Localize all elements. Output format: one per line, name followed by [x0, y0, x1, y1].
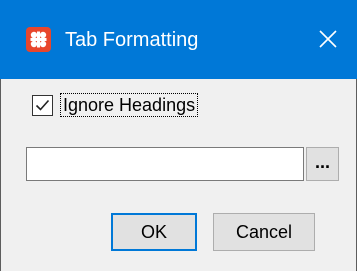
title-bar[interactable]: Tab Formatting: [0, 0, 357, 79]
window-title: Tab Formatting: [65, 29, 199, 51]
checkmark-icon: [35, 99, 50, 111]
browse-button[interactable]: ...: [306, 147, 339, 181]
close-icon: [319, 30, 337, 48]
cancel-button[interactable]: Cancel: [213, 213, 315, 251]
app-logo-icon: [26, 27, 51, 52]
path-input[interactable]: [26, 147, 304, 181]
tab-formatting-dialog: Tab Formatting Ignore Headings ... OK Ca…: [0, 0, 357, 271]
ignore-headings-option[interactable]: Ignore Headings: [32, 93, 199, 117]
ignore-headings-label[interactable]: Ignore Headings: [60, 93, 199, 117]
ok-button[interactable]: OK: [111, 213, 197, 251]
close-button[interactable]: [309, 20, 347, 58]
ignore-headings-checkbox[interactable]: [32, 94, 53, 116]
dialog-body: Ignore Headings ... OK Cancel: [0, 79, 357, 271]
